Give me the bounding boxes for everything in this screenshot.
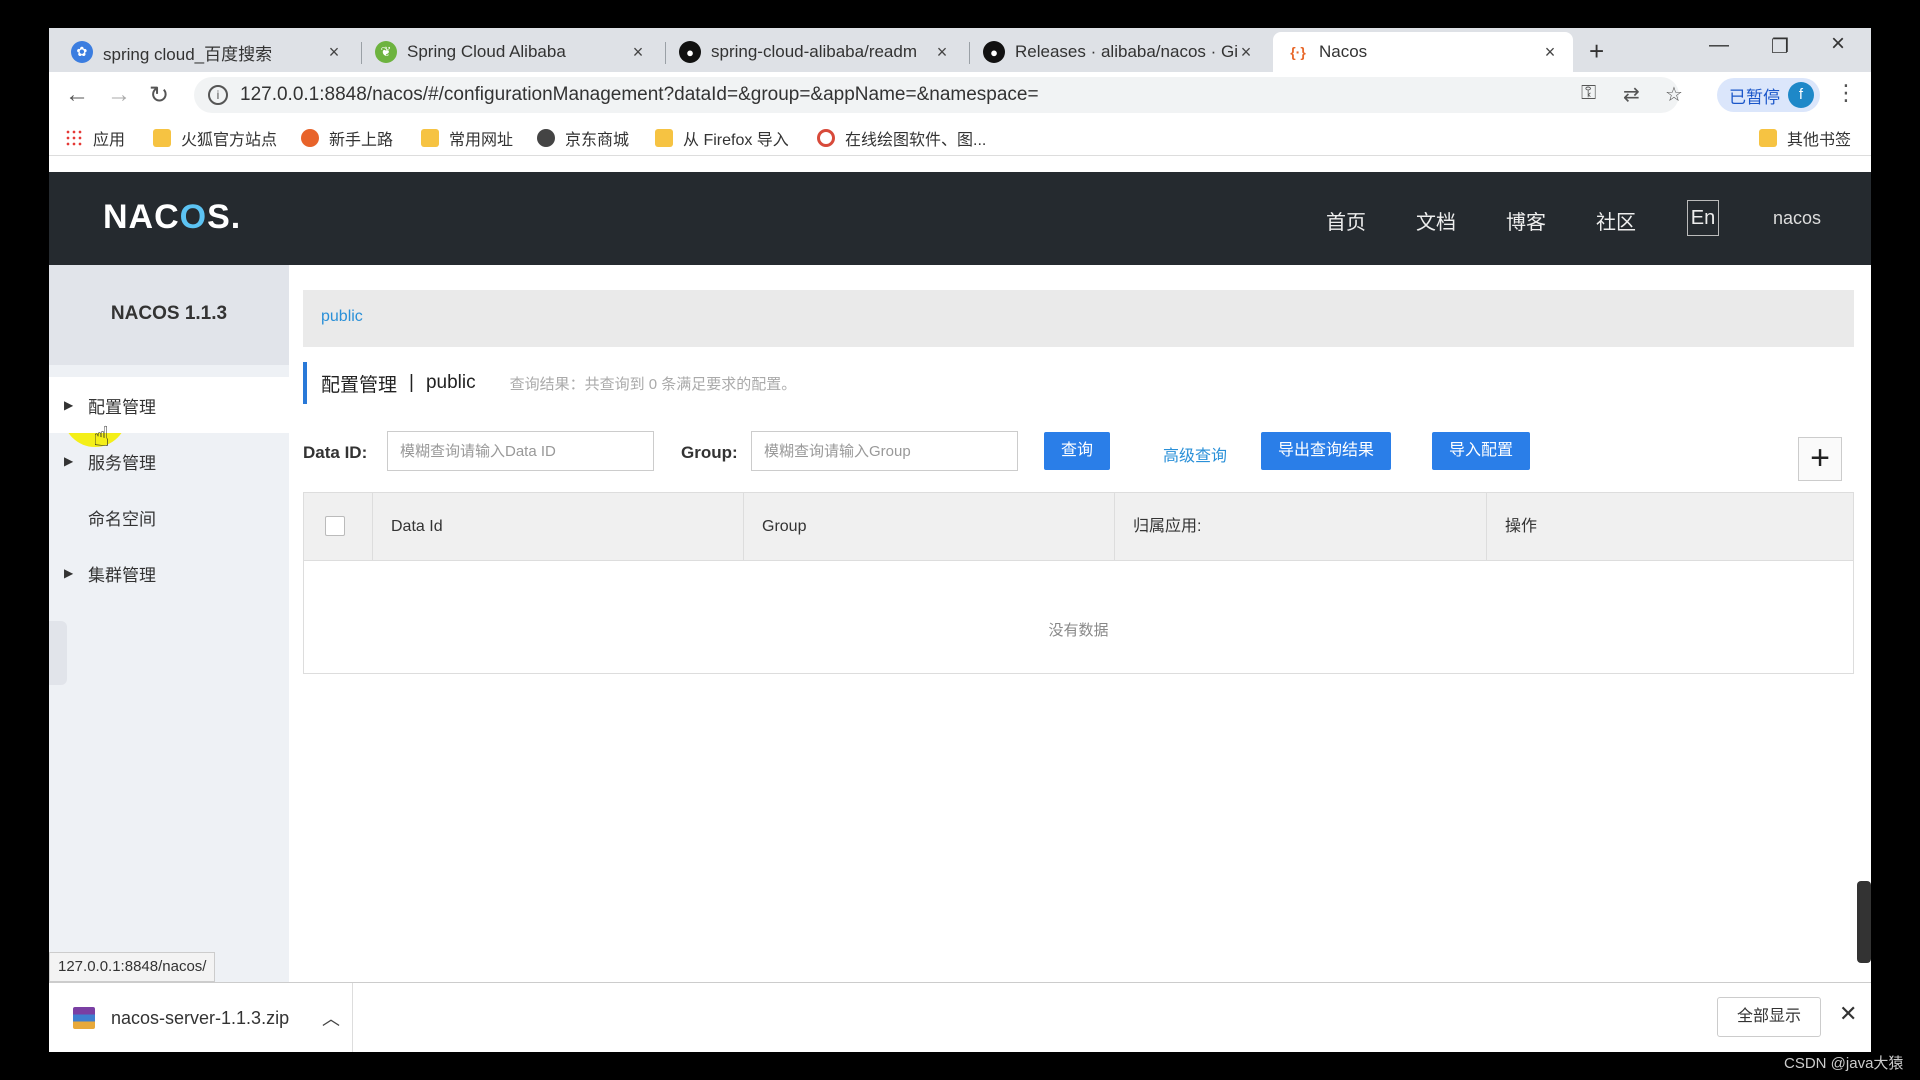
close-tab-icon[interactable]: × — [1541, 42, 1559, 63]
group-input[interactable] — [751, 431, 1018, 471]
firefox-icon — [301, 129, 319, 147]
github-icon: ● — [983, 41, 1005, 63]
globe-icon — [537, 129, 555, 147]
folder-icon — [655, 129, 673, 147]
close-icon[interactable]: ✕ — [1839, 1001, 1857, 1027]
column-group: Group — [743, 493, 1114, 561]
reload-icon[interactable]: ↻ — [149, 81, 169, 110]
bookmark-other[interactable]: 其他书签 — [1759, 126, 1851, 150]
tab-bar: ✿ spring cloud_百度搜索 × ❦ Spring Cloud Ali… — [49, 28, 1871, 72]
tab-github-releases[interactable]: ● Releases · alibaba/nacos · Gi × — [969, 32, 1269, 72]
group-label: Group: — [681, 443, 738, 462]
url-field[interactable]: i 127.0.0.1:8848/nacos/#/configurationMa… — [194, 77, 1679, 113]
close-tab-icon[interactable]: × — [629, 42, 647, 63]
address-bar: ← → ↻ i 127.0.0.1:8848/nacos/#/configura… — [49, 72, 1871, 118]
close-tab-icon[interactable]: × — [933, 42, 951, 63]
bookmark-apps[interactable]: 应用 — [65, 126, 125, 150]
watermark: CSDN @java大猿 — [1784, 1055, 1904, 1072]
tab-nacos[interactable]: {·} Nacos × — [1273, 32, 1573, 72]
bookmark-firefox-site[interactable]: 火狐官方站点 — [153, 126, 277, 150]
window-close-icon[interactable]: × — [1831, 30, 1845, 58]
config-table: Data Id Group 归属应用: 操作 没有数据 — [303, 492, 1854, 674]
apps-grid-icon — [65, 129, 83, 147]
app-header: NACOS. 首页 文档 博客 社区 En nacos — [49, 172, 1871, 265]
add-config-button[interactable]: + — [1798, 437, 1842, 481]
paw-icon: ✿ — [71, 41, 93, 63]
sidebar-item-cluster-management[interactable]: ▶ 集群管理 — [49, 545, 289, 601]
namespace-bar: public — [303, 290, 1854, 347]
bookmark-star-icon[interactable]: ☆ — [1665, 82, 1683, 107]
new-tab-icon[interactable]: + — [1589, 36, 1604, 67]
query-button[interactable]: 查询 — [1044, 432, 1110, 470]
data-id-input[interactable] — [387, 431, 654, 471]
restore-icon[interactable]: ❐ — [1771, 34, 1789, 59]
bookmark-drawing-tool[interactable]: 在线绘图软件、图... — [817, 126, 986, 150]
export-results-button[interactable]: 导出查询结果 — [1261, 432, 1391, 470]
result-hint: 查询结果：共查询到 0 条满足要求的配置。 — [509, 375, 797, 393]
folder-icon — [1759, 129, 1777, 147]
language-toggle[interactable]: En — [1687, 200, 1719, 236]
bookmark-common-sites[interactable]: 常用网址 — [421, 126, 513, 150]
folder-icon — [153, 129, 171, 147]
profile-button[interactable]: 已暂停 f — [1717, 78, 1820, 112]
sidebar-collapse-handle[interactable] — [49, 621, 67, 685]
caret-right-icon: ▶ — [64, 398, 74, 412]
download-bar: nacos-server-1.1.3.zip ︿ 全部显示 ✕ — [49, 982, 1871, 1052]
site-info-icon[interactable]: i — [208, 85, 228, 105]
sidebar: NACOS 1.1.3 ▶ 配置管理 ▶ 服务管理 命名空间 ▶ 集群管理 ☝ — [49, 265, 289, 1009]
bookmark-firefox-import[interactable]: 从 Firefox 导入 — [655, 126, 789, 150]
nav-home[interactable]: 首页 — [1326, 206, 1366, 235]
version-label: NACOS 1.1.3 — [49, 265, 289, 365]
tab-baidu[interactable]: ✿ spring cloud_百度搜索 × — [57, 32, 357, 72]
sidebar-item-namespace[interactable]: 命名空间 — [49, 489, 289, 545]
scrollbar-thumb[interactable] — [1857, 881, 1871, 963]
column-data-id: Data Id — [372, 493, 743, 561]
key-icon[interactable]: ⚿ — [1581, 82, 1596, 105]
drawing-tool-icon — [817, 129, 835, 147]
empty-state: 没有数据 — [1048, 622, 1109, 639]
download-item[interactable]: nacos-server-1.1.3.zip ︿ — [73, 983, 353, 1052]
nav-docs[interactable]: 文档 — [1416, 206, 1456, 235]
page-title: 配置管理 | public 查询结果：共查询到 0 条满足要求的配置。 — [303, 362, 796, 404]
select-all-checkbox[interactable] — [325, 516, 345, 536]
back-icon[interactable]: ← — [65, 81, 89, 109]
archive-icon — [73, 1007, 95, 1029]
show-all-button[interactable]: 全部显示 — [1717, 997, 1821, 1037]
translate-icon[interactable]: ⇄ — [1623, 82, 1640, 107]
hand-cursor-icon: ☝ — [93, 421, 111, 452]
browser-window: ✿ spring cloud_百度搜索 × ❦ Spring Cloud Ali… — [49, 28, 1871, 1052]
nav-blog[interactable]: 博客 — [1506, 206, 1546, 235]
forward-icon[interactable]: → — [107, 81, 131, 109]
bookmarks-bar: 应用 火狐官方站点 新手上路 常用网址 京东商城 从 Firefox 导入 在线… — [49, 118, 1871, 156]
menu-icon[interactable]: ⋮ — [1835, 80, 1857, 106]
chevron-up-icon[interactable]: ︿ — [322, 1005, 352, 1031]
column-operations: 操作 — [1486, 493, 1853, 561]
close-tab-icon[interactable]: × — [1237, 42, 1255, 63]
caret-right-icon: ▶ — [64, 454, 74, 468]
advanced-query-link[interactable]: 高级查询 — [1163, 442, 1227, 466]
folder-icon — [421, 129, 439, 147]
column-app: 归属应用: — [1114, 493, 1486, 561]
user-name[interactable]: nacos — [1773, 208, 1821, 229]
table-header: Data Id Group 归属应用: 操作 — [304, 493, 1853, 561]
tab-spring-cloud-alibaba[interactable]: ❦ Spring Cloud Alibaba × — [361, 32, 661, 72]
nacos-logo[interactable]: NACOS. — [103, 198, 241, 237]
avatar: f — [1788, 82, 1814, 108]
status-url: 127.0.0.1:8848/nacos/ — [49, 952, 216, 982]
github-icon: ● — [679, 41, 701, 63]
minimize-icon[interactable]: — — [1709, 34, 1729, 57]
namespace-public[interactable]: public — [321, 308, 363, 326]
nacos-icon: {·} — [1287, 41, 1309, 63]
nav-community[interactable]: 社区 — [1596, 206, 1636, 235]
bookmark-getting-started[interactable]: 新手上路 — [301, 126, 393, 150]
bookmark-jd[interactable]: 京东商城 — [537, 126, 629, 150]
spring-leaf-icon: ❦ — [375, 41, 397, 63]
import-config-button[interactable]: 导入配置 — [1432, 432, 1530, 470]
sidebar-item-config-management[interactable]: ▶ 配置管理 — [49, 377, 289, 433]
data-id-label: Data ID: — [303, 443, 368, 462]
sidebar-item-service-management[interactable]: ▶ 服务管理 — [49, 433, 289, 489]
tab-github-readme[interactable]: ● spring-cloud-alibaba/readm × — [665, 32, 965, 72]
caret-right-icon: ▶ — [64, 566, 74, 580]
close-tab-icon[interactable]: × — [325, 42, 343, 63]
